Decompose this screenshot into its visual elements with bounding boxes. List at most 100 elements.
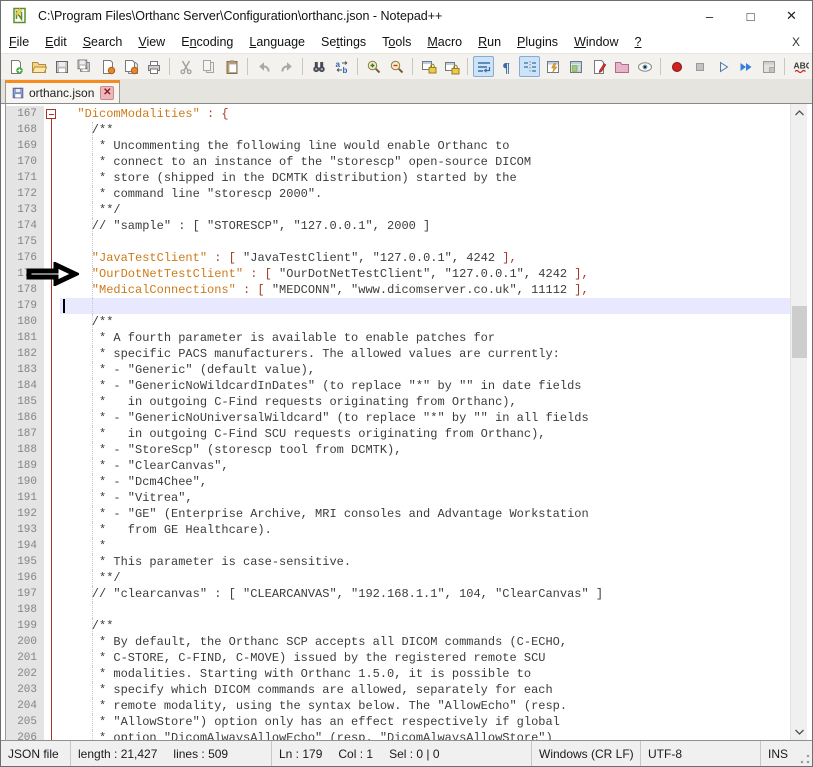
code-text[interactable]: * — [60, 538, 790, 554]
vertical-scrollbar[interactable] — [790, 104, 807, 740]
replace-icon[interactable]: ab — [331, 56, 352, 77]
code-line-173: 173 **/ — [6, 202, 790, 218]
scrollbar-thumb[interactable] — [792, 306, 807, 358]
code-line-199: 199 /** — [6, 618, 790, 634]
menu-item-view[interactable]: View — [130, 33, 173, 51]
menu-item-search[interactable]: Search — [75, 33, 131, 51]
tab-orthanc-json[interactable]: orthanc.json ✕ — [5, 80, 120, 103]
menu-item-tools[interactable]: Tools — [374, 33, 419, 51]
scroll-down-icon[interactable] — [791, 723, 808, 740]
close-doc-icon[interactable] — [97, 56, 118, 77]
fold-collapse-icon[interactable] — [46, 109, 56, 119]
code-text[interactable]: "MedicalConnections" : [ "MEDCONN", "www… — [60, 282, 790, 298]
maximize-button[interactable]: □ — [730, 1, 771, 31]
code-text[interactable]: * This parameter is case-sensitive. — [60, 554, 790, 570]
minimize-button[interactable]: – — [689, 1, 730, 31]
menu-item-help[interactable]: ? — [627, 33, 650, 51]
code-text[interactable]: * By default, the Orthanc SCP accepts al… — [60, 634, 790, 650]
close-button[interactable]: ✕ — [771, 1, 812, 31]
code-text[interactable]: * C-STORE, C-FIND, C-MOVE) issued by the… — [60, 650, 790, 666]
macro-play-icon[interactable] — [712, 56, 733, 77]
status-line: Ln : 179 — [279, 747, 322, 761]
code-text[interactable]: * modalities. Starting with Orthanc 1.5.… — [60, 666, 790, 682]
show-all-chars-icon[interactable]: ¶ — [496, 56, 517, 77]
menu-item-window[interactable]: Window — [566, 33, 626, 51]
menu-item-edit[interactable]: Edit — [37, 33, 75, 51]
print-icon[interactable] — [143, 56, 164, 77]
sync-vertical-icon[interactable] — [418, 56, 439, 77]
find-icon[interactable] — [308, 56, 329, 77]
code-text[interactable]: * - "GenericNoWildcardInDates" (to repla… — [60, 378, 790, 394]
code-text[interactable]: * - "ClearCanvas", — [60, 458, 790, 474]
code-text[interactable]: * remote modality, using the syntax belo… — [60, 698, 790, 714]
code-text[interactable]: * - "GenericNoUniversalWildcard" (to rep… — [60, 410, 790, 426]
menu-item-encoding[interactable]: Encoding — [173, 33, 241, 51]
code-text[interactable]: **/ — [60, 202, 790, 218]
new-file-icon[interactable] — [5, 56, 26, 77]
code-text[interactable]: "JavaTestClient" : [ "JavaTestClient", "… — [60, 250, 790, 266]
zoom-in-icon[interactable] — [363, 56, 384, 77]
close-all-docs-icon[interactable] — [120, 56, 141, 77]
resize-grip[interactable] — [800, 754, 810, 764]
code-line-201: 201 * C-STORE, C-FIND, C-MOVE) issued by… — [6, 650, 790, 666]
tab-label: orthanc.json — [29, 86, 94, 100]
code-text[interactable]: * - "Vitrea", — [60, 490, 790, 506]
menu-item-file[interactable]: File — [1, 33, 37, 51]
code-text[interactable]: "OurDotNetTestClient" : [ "OurDotNetTest… — [60, 266, 790, 282]
paste-icon[interactable] — [221, 56, 242, 77]
menu-item-settings[interactable]: Settings — [313, 33, 374, 51]
code-text[interactable]: * in outgoing C-Find SCU requests origin… — [60, 426, 790, 442]
code-text[interactable] — [60, 298, 790, 314]
code-text[interactable]: * A fourth parameter is available to ena… — [60, 330, 790, 346]
menu-item-run[interactable]: Run — [470, 33, 509, 51]
code-text[interactable]: * from GE Healthcare). — [60, 522, 790, 538]
zoom-out-icon[interactable] — [386, 56, 407, 77]
menu-item-language[interactable]: Language — [241, 33, 313, 51]
macro-run-multi-icon[interactable] — [735, 56, 756, 77]
code-text[interactable]: * specify which DICOM commands are allow… — [60, 682, 790, 698]
code-text[interactable]: /** — [60, 314, 790, 330]
tab-close-icon[interactable]: ✕ — [100, 86, 114, 100]
line-number: 172 — [6, 186, 44, 202]
code-text[interactable]: * Uncommenting the following line would … — [60, 138, 790, 154]
sync-horizontal-icon[interactable] — [441, 56, 462, 77]
code-text[interactable]: * "AllowStore") option only has an effec… — [60, 714, 790, 730]
indent-guide-icon[interactable] — [519, 56, 540, 77]
menubar-close-doc-icon[interactable]: X — [780, 35, 812, 49]
code-text[interactable]: **/ — [60, 570, 790, 586]
code-text[interactable]: * specific PACS manufacturers. The allow… — [60, 346, 790, 362]
code-text[interactable] — [60, 602, 790, 618]
code-text[interactable]: * connect to an instance of the "storesc… — [60, 154, 790, 170]
code-line-169: 169 * Uncommenting the following line wo… — [6, 138, 790, 154]
word-wrap-icon[interactable] — [473, 56, 494, 77]
code-text[interactable]: * store (shipped in the DCMTK distributi… — [60, 170, 790, 186]
fold-margin — [44, 346, 60, 362]
folder-workspace-icon[interactable] — [611, 56, 632, 77]
code-text[interactable]: "DicomModalities" : { — [60, 106, 790, 122]
scroll-up-icon[interactable] — [791, 104, 808, 121]
monitoring-icon[interactable] — [634, 56, 655, 77]
fold-margin — [44, 650, 60, 666]
code-text[interactable]: // "sample" : [ "STORESCP", "127.0.0.1",… — [60, 218, 790, 234]
code-text[interactable]: * - "StoreScp" (storescp tool from DCMTK… — [60, 442, 790, 458]
code-text[interactable]: * option "DicomAlwaysAllowEcho" (resp. "… — [60, 730, 790, 740]
code-text[interactable]: * - "GE" (Enterprise Archive, MRI consol… — [60, 506, 790, 522]
code-text[interactable]: * in outgoing C-Find requests originatin… — [60, 394, 790, 410]
function-list-icon[interactable] — [542, 56, 563, 77]
fold-margin — [44, 538, 60, 554]
spell-check-icon[interactable]: ABC — [790, 56, 811, 77]
code-text[interactable]: /** — [60, 618, 790, 634]
code-text[interactable]: * - "Dcm4Chee", — [60, 474, 790, 490]
doc-map-icon[interactable] — [565, 56, 586, 77]
doc-list-icon[interactable] — [588, 56, 609, 77]
code-text[interactable]: /** — [60, 122, 790, 138]
open-folder-icon[interactable] — [28, 56, 49, 77]
menu-item-plugins[interactable]: Plugins — [509, 33, 566, 51]
code-editor[interactable]: 167 "DicomModalities" : {168 /**169 * Un… — [1, 104, 812, 740]
code-text[interactable]: * - "Generic" (default value), — [60, 362, 790, 378]
macro-record-icon[interactable] — [666, 56, 687, 77]
menu-item-macro[interactable]: Macro — [419, 33, 470, 51]
code-text[interactable]: * command line "storescp 2000". — [60, 186, 790, 202]
code-text[interactable] — [60, 234, 790, 250]
code-text[interactable]: // "clearcanvas" : [ "CLEARCANVAS", "192… — [60, 586, 790, 602]
